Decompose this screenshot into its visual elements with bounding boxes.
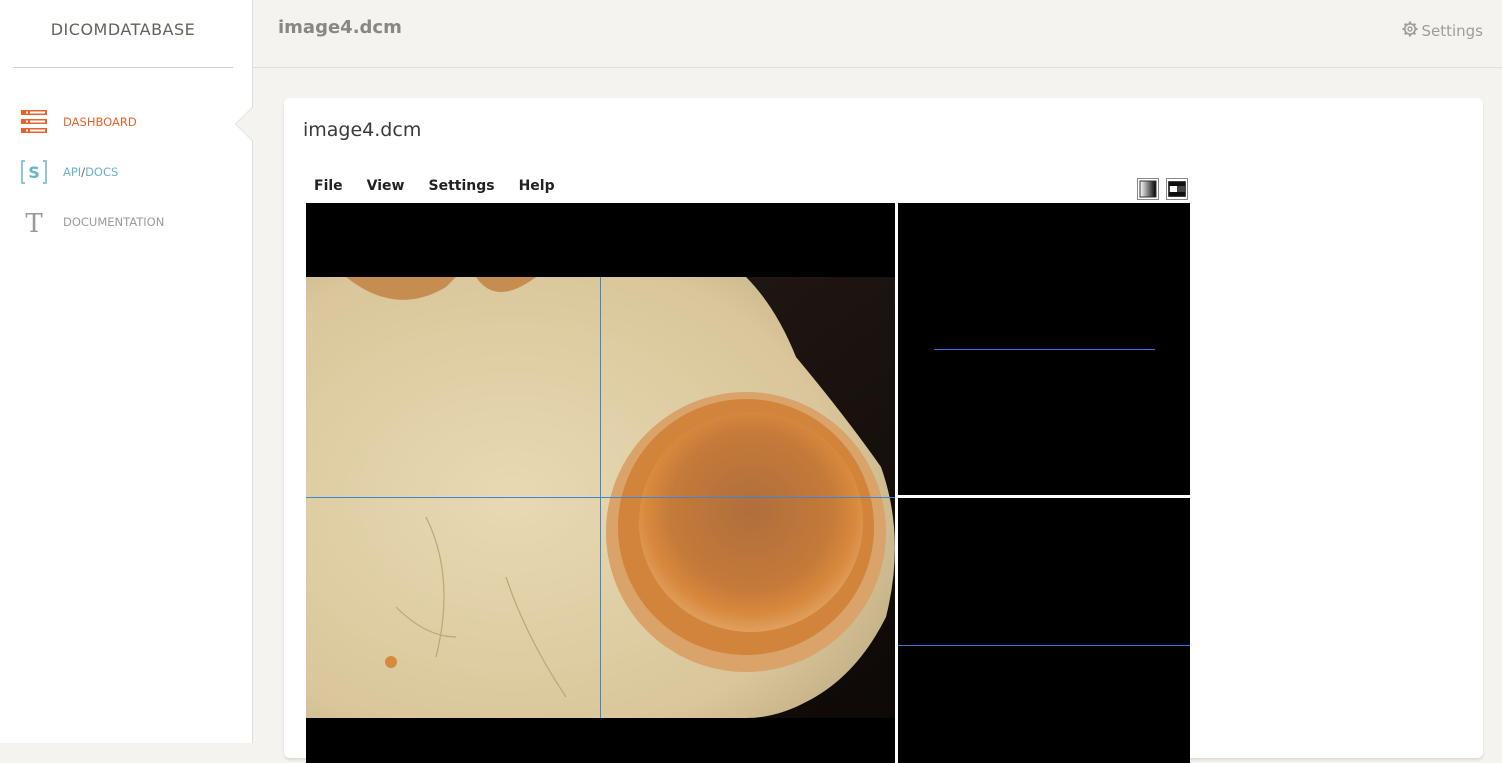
crosshair-horizontal <box>306 497 895 498</box>
dashboard-list-icon <box>20 109 47 136</box>
swagger-s-icon: S <box>20 159 47 186</box>
topbar: image4.dcm Settings <box>253 0 1502 68</box>
viewer-menubar: File View Settings Help <box>306 178 571 198</box>
viewport-divider-horizontal[interactable] <box>898 495 1190 498</box>
sidebar-item-documentation[interactable]: T DOCUMENTATION <box>20 207 165 237</box>
text-t-icon: T <box>20 209 47 236</box>
dicom-viewer[interactable] <box>306 203 1190 763</box>
active-indicator <box>236 107 253 141</box>
layout-button[interactable] <box>1166 178 1188 200</box>
svg-text:S: S <box>28 163 40 182</box>
layout-icon <box>1167 179 1187 199</box>
menu-file[interactable]: File <box>314 178 343 198</box>
brand-divider <box>13 67 233 68</box>
sidebar-item-dashboard[interactable]: DASHBOARD <box>20 107 137 137</box>
window-level-button[interactable] <box>1137 178 1159 200</box>
brand-logo-text[interactable]: DICOMDATABASE <box>0 20 246 39</box>
svg-text:T: T <box>25 209 43 235</box>
viewer-card: image4.dcm File View Settings Help <box>284 98 1483 763</box>
slice-line-top-right <box>934 349 1155 350</box>
sidebar-item-label: API/DOCS <box>63 165 118 179</box>
slice-line-bottom-right <box>898 645 1190 646</box>
menu-help[interactable]: Help <box>519 178 555 198</box>
docs-link[interactable]: DOCS <box>85 165 118 179</box>
gear-icon <box>1402 21 1418 41</box>
sidebar-item-label: DOCUMENTATION <box>63 215 165 229</box>
settings-link[interactable]: Settings <box>1402 21 1483 41</box>
sidebar: DICOMDATABASE DASHBOARD S API/DOCS T DOC… <box>0 0 253 743</box>
menu-view[interactable]: View <box>367 178 405 198</box>
viewport-divider-vertical[interactable] <box>895 203 898 763</box>
card-title: image4.dcm <box>303 119 422 141</box>
page-title: image4.dcm <box>278 17 402 38</box>
api-link[interactable]: API <box>63 165 81 179</box>
settings-label: Settings <box>1421 22 1483 40</box>
sidebar-item-api-docs[interactable]: S API/DOCS <box>20 157 118 187</box>
menu-settings[interactable]: Settings <box>428 178 494 198</box>
window-level-icon <box>1138 179 1158 199</box>
sidebar-item-label: DASHBOARD <box>63 115 137 129</box>
